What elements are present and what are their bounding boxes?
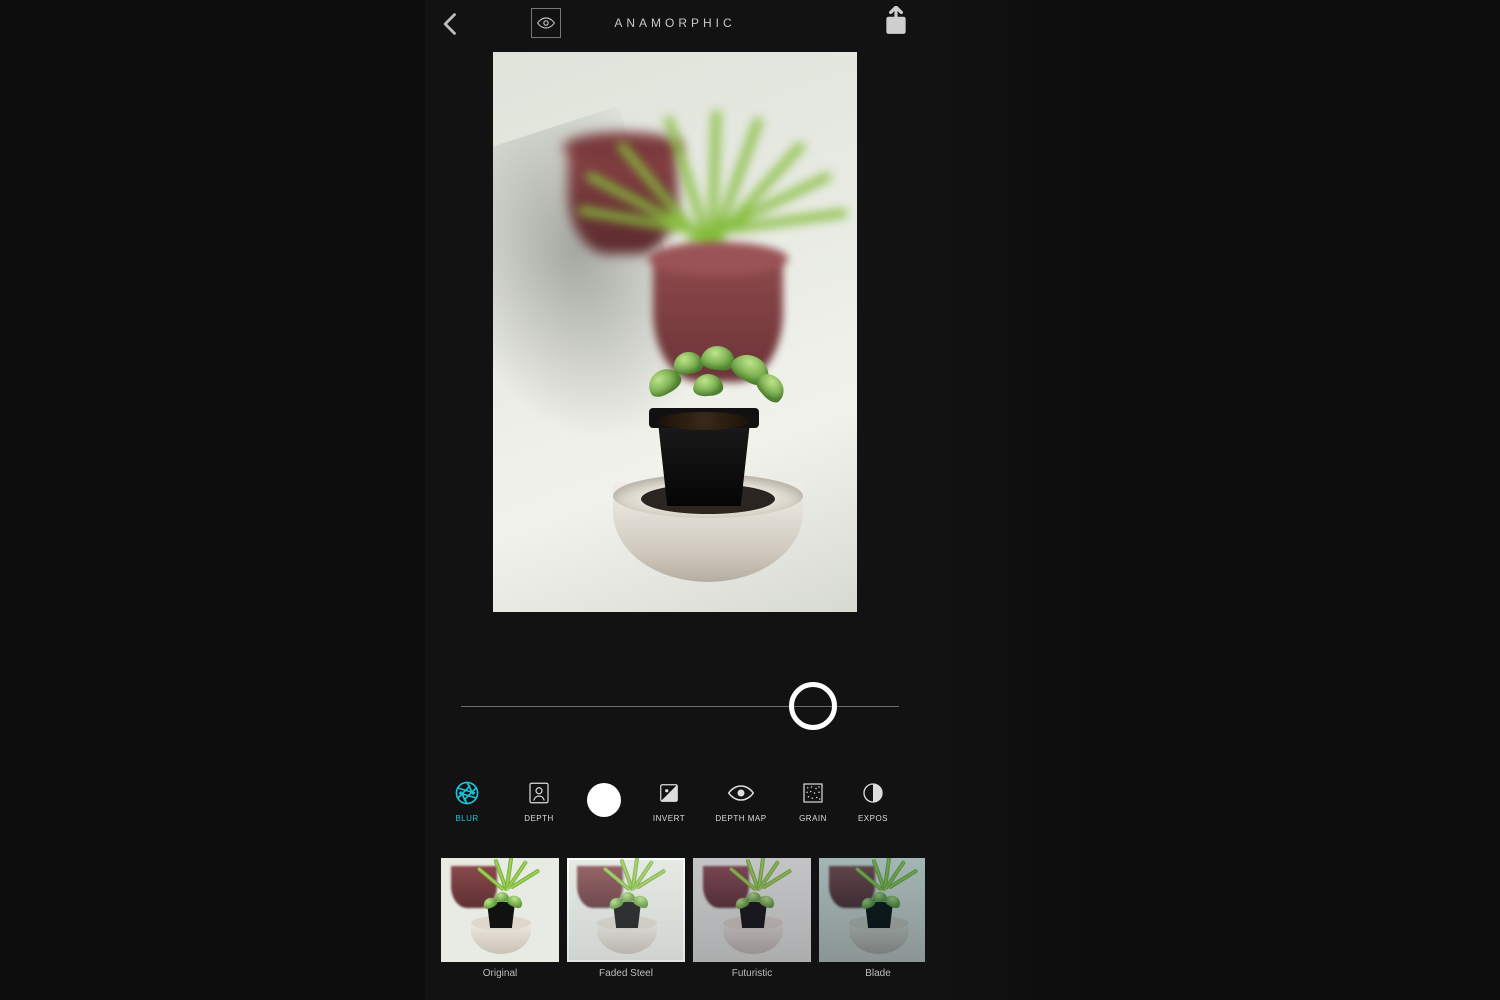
eye-icon xyxy=(727,784,755,802)
filter-label: Original xyxy=(441,968,559,979)
filter-label: Faded Steel xyxy=(567,968,685,979)
shutter-button[interactable] xyxy=(575,783,633,817)
filter-label: Futuristic xyxy=(693,968,811,979)
tool-label: BLUR xyxy=(431,814,503,823)
photo-canvas[interactable] xyxy=(493,52,857,612)
tool-label: DEPTH MAP xyxy=(705,814,777,823)
tool-label: DEPTH xyxy=(503,814,575,823)
tool-depth[interactable]: DEPTH xyxy=(503,778,575,823)
tool-row: BLUR DEPTH INVERT DEPTH MAP GRAIN EXPO xyxy=(425,760,925,840)
slider-thumb[interactable] xyxy=(789,682,837,730)
tool-blur[interactable]: BLUR xyxy=(431,778,503,823)
filter-faded-steel[interactable]: Faded Steel xyxy=(567,858,685,998)
tool-grain[interactable]: GRAIN xyxy=(777,778,849,823)
tool-label: GRAIN xyxy=(777,814,849,823)
circle-icon xyxy=(587,783,621,817)
filter-thumbnail xyxy=(693,858,811,962)
tool-exposure[interactable]: EXPOS xyxy=(849,778,897,823)
tool-label: EXPOS xyxy=(849,814,897,823)
filter-thumbnail xyxy=(567,858,685,962)
grain-icon xyxy=(801,781,825,805)
share-button[interactable] xyxy=(883,6,909,36)
aperture-icon xyxy=(454,780,480,806)
share-icon xyxy=(883,6,909,36)
tool-invert[interactable]: INVERT xyxy=(633,778,705,823)
filter-thumbnail xyxy=(819,858,937,962)
tool-label: INVERT xyxy=(633,814,705,823)
letterbox-right xyxy=(925,0,1085,1000)
portrait-icon xyxy=(527,781,551,805)
invert-icon xyxy=(657,781,681,805)
filter-strip[interactable]: Original Faded Steel xyxy=(425,858,941,998)
app-screen: ANAMORPHIC xyxy=(425,0,925,1000)
exposure-icon xyxy=(861,781,885,805)
intensity-slider[interactable] xyxy=(461,682,899,732)
photo-jade-plant xyxy=(643,340,793,430)
filter-thumbnail xyxy=(441,858,559,962)
filter-original[interactable]: Original xyxy=(441,858,559,998)
top-bar: ANAMORPHIC xyxy=(425,6,925,46)
tool-depth-map[interactable]: DEPTH MAP xyxy=(705,778,777,823)
app-stage: ANAMORPHIC xyxy=(0,0,1500,1000)
app-title: ANAMORPHIC xyxy=(425,16,925,30)
filter-label: Blade xyxy=(819,968,937,979)
filter-futuristic[interactable]: Futuristic xyxy=(693,858,811,998)
filter-blade[interactable]: Blade xyxy=(819,858,937,998)
